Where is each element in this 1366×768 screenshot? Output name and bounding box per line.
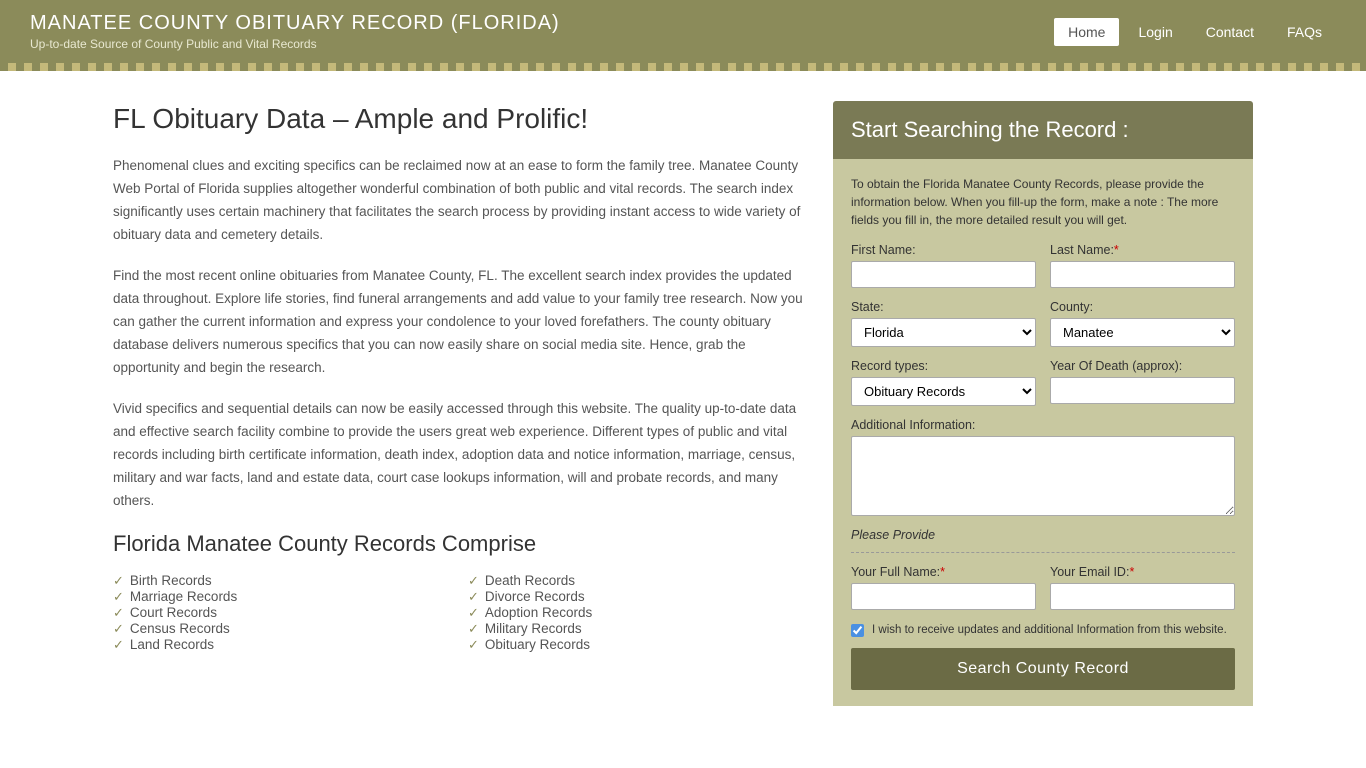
hero-title: FL Obituary Data – Ample and Prolific! [113,101,803,137]
check-icon: ✓ [468,637,479,653]
record-type-select[interactable]: Obituary Records Birth Records Death Rec… [851,377,1036,406]
required-mark: * [1129,565,1134,579]
required-mark: * [940,565,945,579]
name-row: First Name: Last Name:* [851,243,1235,288]
county-group: County: Manatee Miami-Dade Broward Palm … [1050,300,1235,347]
check-icon: ✓ [468,621,479,637]
list-item: ✓ Divorce Records [468,589,803,605]
check-icon: ✓ [113,589,124,605]
nav-home[interactable]: Home [1054,18,1119,46]
year-of-death-label: Year Of Death (approx): [1050,359,1235,373]
site-title-normal: (FLORIDA) [444,12,560,34]
para1: Phenomenal clues and exciting specifics … [113,155,803,247]
first-name-group: First Name: [851,243,1036,288]
first-name-input[interactable] [851,261,1036,288]
state-county-row: State: Florida Alabama Georgia Texas Cal… [851,300,1235,347]
record-year-row: Record types: Obituary Records Birth Rec… [851,359,1235,406]
county-select[interactable]: Manatee Miami-Dade Broward Palm Beach Hi… [1050,318,1235,347]
county-label: County: [1050,300,1235,314]
record-label: Census Records [130,621,230,636]
full-name-label: Your Full Name:* [851,565,1036,579]
record-label: Obituary Records [485,637,590,652]
para3: Vivid specifics and sequential details c… [113,398,803,513]
check-icon: ✓ [113,605,124,621]
site-title-bold: MANATEE COUNTY OBITUARY RECORD [30,12,444,34]
divider [851,550,1235,553]
checkbox-label: I wish to receive updates and additional… [872,622,1227,638]
nav-faqs[interactable]: FAQs [1273,18,1336,46]
state-select[interactable]: Florida Alabama Georgia Texas California [851,318,1036,347]
check-icon: ✓ [468,605,479,621]
record-label: Marriage Records [130,589,237,604]
name-email-row: Your Full Name:* Your Email ID:* [851,565,1235,610]
check-icon: ✓ [468,573,479,589]
list-item: ✓ Census Records [113,621,448,637]
check-icon: ✓ [113,621,124,637]
search-county-record-button[interactable]: Search County Record [851,648,1235,690]
site-title: MANATEE COUNTY OBITUARY RECORD (FLORIDA) [30,12,560,35]
full-name-input[interactable] [851,583,1036,610]
form-title: Start Searching the Record : [851,117,1235,143]
check-icon: ✓ [113,637,124,653]
record-label: Birth Records [130,573,212,588]
year-of-death-group: Year Of Death (approx): [1050,359,1235,406]
required-mark: * [1114,243,1119,257]
record-type-label: Record types: [851,359,1036,373]
record-label: Death Records [485,573,575,588]
list-item: ✓ Death Records [468,573,803,589]
please-provide-label: Please Provide [851,528,1235,542]
checkbox-row: I wish to receive updates and additional… [851,622,1235,638]
main-nav: Home Login Contact FAQs [1054,18,1336,46]
last-name-group: Last Name:* [1050,243,1235,288]
record-label: Military Records [485,621,582,636]
site-tagline: Up-to-date Source of County Public and V… [30,37,560,51]
record-label: Court Records [130,605,217,620]
site-header: MANATEE COUNTY OBITUARY RECORD (FLORIDA)… [0,0,1366,63]
form-description: To obtain the Florida Manatee County Rec… [851,175,1235,229]
state-group: State: Florida Alabama Georgia Texas Cal… [851,300,1036,347]
check-icon: ✓ [468,589,479,605]
records-col1: ✓ Birth Records ✓ Marriage Records ✓ Cou… [113,573,448,653]
records-list: ✓ Birth Records ✓ Marriage Records ✓ Cou… [113,573,803,653]
para2: Find the most recent online obituaries f… [113,265,803,380]
list-item: ✓ Adoption Records [468,605,803,621]
search-form-container: Start Searching the Record : To obtain t… [833,101,1253,706]
list-item: ✓ Birth Records [113,573,448,589]
left-content: FL Obituary Data – Ample and Prolific! P… [113,101,803,706]
records-col2: ✓ Death Records ✓ Divorce Records ✓ Adop… [468,573,803,653]
year-of-death-input[interactable] [1050,377,1235,404]
list-item: ✓ Military Records [468,621,803,637]
first-name-label: First Name: [851,243,1036,257]
record-label: Land Records [130,637,214,652]
record-type-group: Record types: Obituary Records Birth Rec… [851,359,1036,406]
list-item: ✓ Court Records [113,605,448,621]
nav-login[interactable]: Login [1124,18,1186,46]
main-container: FL Obituary Data – Ample and Prolific! P… [93,71,1273,736]
check-icon: ✓ [113,573,124,589]
additional-info-textarea[interactable] [851,436,1235,516]
email-label: Your Email ID:* [1050,565,1235,579]
additional-info-label: Additional Information: [851,418,1235,432]
state-label: State: [851,300,1036,314]
updates-checkbox[interactable] [851,624,864,637]
additional-info-group: Additional Information: [851,418,1235,516]
email-input[interactable] [1050,583,1235,610]
last-name-label: Last Name:* [1050,243,1235,257]
form-header: Start Searching the Record : [833,101,1253,159]
full-name-group: Your Full Name:* [851,565,1036,610]
list-item: ✓ Marriage Records [113,589,448,605]
nav-contact[interactable]: Contact [1192,18,1268,46]
decorative-border [0,63,1366,71]
list-item: ✓ Land Records [113,637,448,653]
email-group: Your Email ID:* [1050,565,1235,610]
form-body: To obtain the Florida Manatee County Rec… [833,159,1253,706]
records-title: Florida Manatee County Records Comprise [113,531,803,557]
record-label: Divorce Records [485,589,585,604]
last-name-input[interactable] [1050,261,1235,288]
record-label: Adoption Records [485,605,592,620]
list-item: ✓ Obituary Records [468,637,803,653]
header-branding: MANATEE COUNTY OBITUARY RECORD (FLORIDA)… [30,12,560,51]
